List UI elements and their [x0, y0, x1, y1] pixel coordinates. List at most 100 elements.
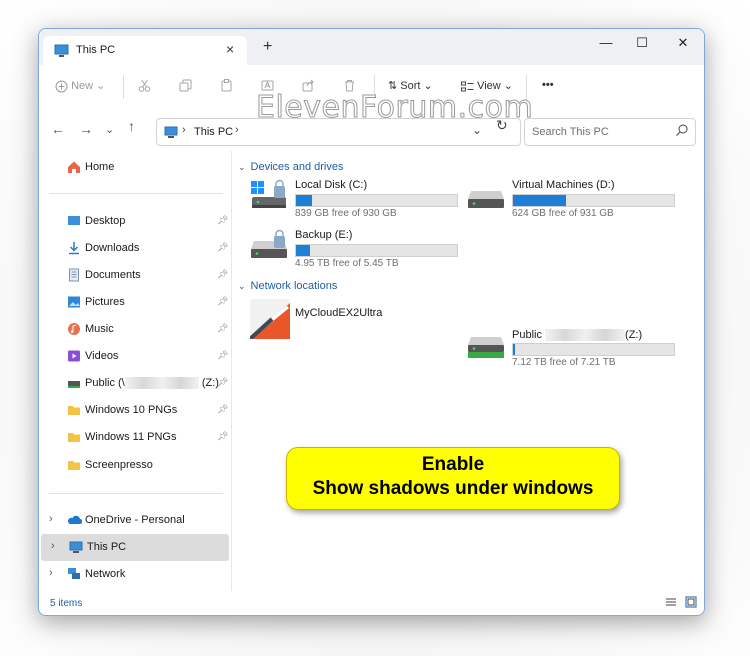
hard-drive-icon	[467, 179, 507, 215]
pin-icon[interactable]: 📌︎	[217, 323, 228, 334]
drive-free-space: 624 GB free of 931 GB	[512, 208, 614, 219]
network-icon	[67, 567, 81, 581]
watermark: ElevenForum.com	[255, 90, 534, 126]
drive-usage-fill	[513, 195, 567, 206]
sidebar-item-label: Network	[85, 568, 126, 580]
network-drive-public-z[interactable]: Public (Z:) 7.12 TB free of 7.21 TB	[467, 329, 682, 373]
sidebar-item-label: Pictures	[85, 296, 125, 308]
drive-usage-bar	[512, 194, 675, 207]
toolbar-divider	[123, 75, 124, 99]
breadcrumb-chevron-icon[interactable]: ›	[235, 124, 239, 136]
cut-icon[interactable]	[138, 79, 151, 92]
sidebar-item-desktop[interactable]: Desktop 📌︎	[39, 208, 229, 235]
drive-name: Local Disk (C:)	[295, 179, 368, 191]
network-locations-header[interactable]: ⌄ Network locations	[238, 280, 337, 292]
network-drive-icon	[467, 325, 507, 361]
drive-free-space: 839 GB free of 930 GB	[295, 208, 397, 219]
this-pc-icon	[54, 44, 69, 60]
drive-backup-e[interactable]: Backup (E:) 4.95 TB free of 5.45 TB	[250, 227, 465, 271]
tab-this-pc[interactable]: This PC ×	[43, 36, 247, 65]
expand-chevron-icon[interactable]: ›	[49, 567, 53, 579]
new-label: New	[71, 80, 94, 92]
devices-and-drives-header[interactable]: ⌄ Devices and drives	[238, 161, 343, 173]
sidebar-item-label: Windows 11 PNGs	[85, 431, 177, 443]
sidebar-item-label: Home	[85, 161, 115, 173]
sidebar-item-network[interactable]: › Network	[39, 561, 229, 588]
recent-chevron-icon[interactable]: ⌄	[105, 123, 114, 136]
drive-usage-fill	[296, 195, 313, 206]
folder-icon	[67, 458, 81, 472]
close-button[interactable]: ✕	[673, 35, 693, 51]
status-bar: 5 items	[39, 591, 704, 615]
drive-free-space: 7.12 TB free of 7.21 TB	[512, 357, 616, 368]
minimize-button[interactable]: —	[596, 35, 616, 51]
new-button[interactable]: New ⌄	[55, 79, 105, 93]
sidebar-item-label: This PC	[87, 541, 127, 553]
sidebar-item-label: Windows 10 PNGs	[85, 404, 178, 416]
forward-arrow-icon[interactable]: →	[79, 121, 93, 137]
pin-icon[interactable]: 📌︎	[217, 404, 228, 415]
address-dropdown-icon[interactable]: ⌄	[472, 123, 482, 137]
paste-icon[interactable]	[220, 79, 233, 92]
copy-icon[interactable]	[179, 79, 192, 92]
sidebar-item-music[interactable]: Music 📌︎	[39, 316, 229, 343]
redacted-text	[124, 377, 199, 390]
collapse-chevron-icon[interactable]: ⌄	[238, 162, 246, 172]
videos-icon	[67, 349, 81, 363]
documents-icon	[67, 268, 81, 282]
sidebar-item-label: Music	[85, 323, 114, 335]
new-tab-button[interactable]: +	[263, 38, 272, 56]
sidebar-item-this-pc[interactable]: › This PC	[41, 534, 229, 561]
tab-close-icon[interactable]: ×	[226, 41, 234, 57]
details-view-icon[interactable]	[665, 597, 677, 611]
navigation-pane: Home Desktop 📌︎ Downloads 📌︎ Documents 📌…	[39, 151, 232, 591]
sidebar-item-pictures[interactable]: Pictures 📌︎	[39, 289, 229, 316]
sidebar-item-onedrive[interactable]: › OneDrive - Personal	[39, 507, 229, 534]
maximize-button[interactable]: ☐	[632, 35, 652, 51]
pictures-icon	[67, 295, 81, 309]
expand-chevron-icon[interactable]: ›	[51, 540, 55, 552]
search-input[interactable]: Search This PC	[524, 118, 696, 146]
drive-name: Public (Z:)	[512, 329, 643, 342]
sidebar-item-screenpresso[interactable]: Screenpresso	[39, 452, 229, 479]
pin-icon[interactable]: 📌︎	[217, 269, 228, 280]
sidebar-item-home[interactable]: Home	[39, 154, 229, 181]
music-icon	[67, 322, 81, 336]
drive-name: Virtual Machines (D:)	[512, 179, 615, 191]
sidebar-item-downloads[interactable]: Downloads 📌︎	[39, 235, 229, 262]
sidebar-item-videos[interactable]: Videos 📌︎	[39, 343, 229, 370]
sidebar-item-documents[interactable]: Documents 📌︎	[39, 262, 229, 289]
drive-free-space: 4.95 TB free of 5.45 TB	[295, 258, 399, 269]
windows-drive-icon	[250, 179, 290, 215]
this-pc-icon	[164, 126, 178, 141]
pin-icon[interactable]: 📌︎	[217, 431, 228, 442]
pin-icon[interactable]: 📌︎	[217, 350, 228, 361]
item-count: 5 items	[50, 598, 83, 609]
expand-chevron-icon[interactable]: ›	[49, 513, 53, 525]
sidebar-item-public-z[interactable]: Public (\ (Z:) 📌︎	[39, 370, 229, 397]
breadcrumb[interactable]: This PC	[194, 126, 233, 138]
pin-icon[interactable]: 📌︎	[217, 215, 228, 226]
redacted-text	[545, 329, 626, 342]
folder-icon	[67, 403, 81, 417]
drive-virtual-machines-d[interactable]: Virtual Machines (D:) 624 GB free of 931…	[467, 177, 682, 221]
back-arrow-icon[interactable]: ←	[51, 121, 65, 137]
home-icon	[67, 160, 81, 174]
collapse-chevron-icon[interactable]: ⌄	[238, 281, 246, 291]
sidebar-item-windows-11-pngs[interactable]: Windows 11 PNGs 📌︎	[39, 424, 229, 451]
drive-usage-bar	[512, 343, 675, 356]
content-pane: ⌄ Devices and drives Local Disk (C:) 839 …	[232, 151, 704, 591]
pin-icon[interactable]: 📌︎	[217, 296, 228, 307]
up-arrow-icon[interactable]: ↑	[128, 118, 135, 134]
network-location-mycloudex2ultra[interactable]: MyCloudEX2Ultra	[248, 299, 465, 343]
search-icon	[675, 123, 689, 140]
drive-usage-fill	[296, 245, 311, 256]
title-bar: This PC × + — ☐ ✕	[39, 29, 704, 65]
tiles-view-icon[interactable]	[685, 596, 697, 611]
sidebar-item-windows-10-pngs[interactable]: Windows 10 PNGs 📌︎	[39, 397, 229, 424]
breadcrumb-chevron-icon[interactable]: ›	[182, 124, 186, 136]
pin-icon[interactable]: 📌︎	[217, 242, 228, 253]
more-options-button[interactable]: •••	[542, 79, 554, 91]
drive-local-disk-c[interactable]: Local Disk (C:) 839 GB free of 930 GB	[250, 177, 465, 221]
pin-icon[interactable]: 📌︎	[217, 377, 228, 388]
